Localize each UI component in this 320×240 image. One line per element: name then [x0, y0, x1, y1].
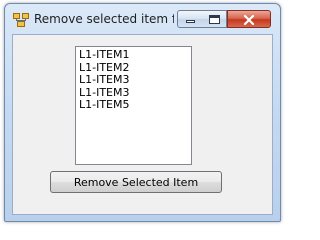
close-button[interactable]	[227, 10, 271, 28]
maximize-button[interactable]	[202, 10, 227, 28]
minimize-icon	[185, 20, 195, 23]
client-area: L1-ITEM1 L1-ITEM2 L1-ITEM3 L1-ITEM3 L1-I…	[12, 34, 273, 215]
window-title: Remove selected item fr...	[34, 12, 174, 26]
list-item[interactable]: L1-ITEM1	[79, 48, 188, 62]
remove-selected-item-button[interactable]: Remove Selected Item	[50, 171, 222, 193]
list-item[interactable]: L1-ITEM3	[79, 73, 188, 87]
close-icon	[243, 10, 255, 29]
title-bar[interactable]: Remove selected item fr...	[5, 4, 280, 34]
items-listbox[interactable]: L1-ITEM1 L1-ITEM2 L1-ITEM3 L1-ITEM3 L1-I…	[75, 46, 192, 165]
list-item[interactable]: L1-ITEM5	[79, 98, 188, 112]
app-window: Remove selected item fr... L1-ITEM1 L1-I…	[4, 3, 281, 222]
minimize-button[interactable]	[177, 10, 203, 28]
maximize-icon	[208, 14, 220, 24]
winforms-app-icon	[13, 12, 29, 27]
